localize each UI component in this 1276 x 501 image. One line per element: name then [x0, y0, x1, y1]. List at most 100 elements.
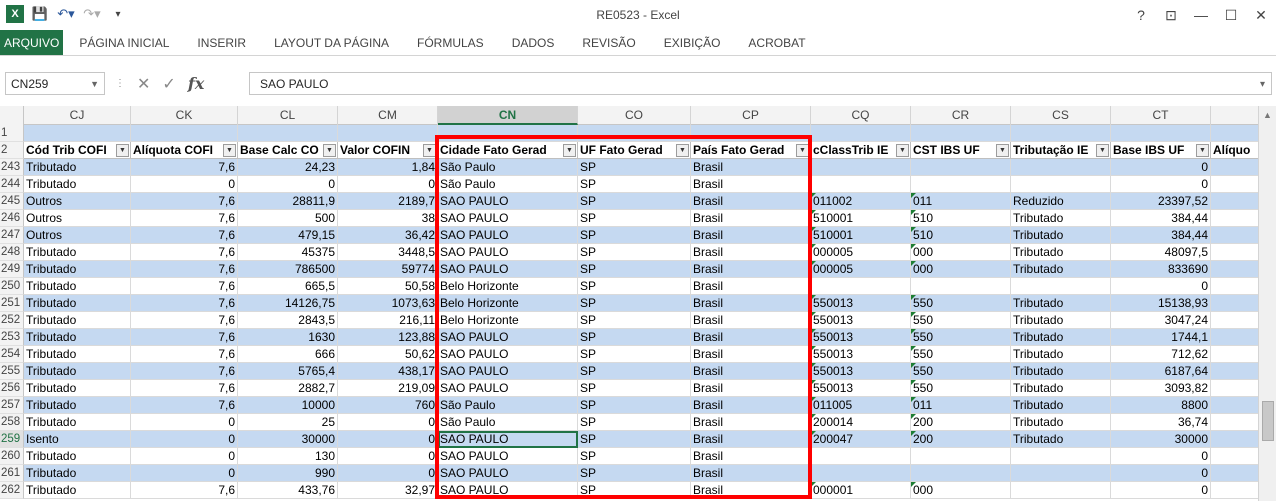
cell[interactable]: 011005 [811, 397, 911, 414]
cell[interactable]: SAO PAULO [438, 193, 578, 210]
cell[interactable] [1211, 261, 1258, 278]
cell[interactable] [811, 125, 911, 142]
cell[interactable]: SP [578, 176, 691, 193]
cell[interactable]: 712,62 [1111, 346, 1211, 363]
cell[interactable]: SP [578, 380, 691, 397]
cell[interactable]: SAO PAULO [438, 329, 578, 346]
cell[interactable]: Brasil [691, 414, 811, 431]
filter-dropdown-icon[interactable]: ▼ [1096, 144, 1109, 157]
cell[interactable]: Tributado [24, 295, 131, 312]
cell[interactable] [1211, 397, 1258, 414]
row-header[interactable]: 254 [0, 346, 24, 363]
cell[interactable] [438, 125, 578, 142]
cell[interactable]: 1073,63 [338, 295, 438, 312]
cell[interactable]: SP [578, 448, 691, 465]
cell[interactable]: 7,6 [131, 227, 238, 244]
cell[interactable]: 0 [338, 176, 438, 193]
cell[interactable]: 28811,9 [238, 193, 338, 210]
cell[interactable]: 550013 [811, 295, 911, 312]
cell[interactable]: SAO PAULO [438, 465, 578, 482]
row-header[interactable]: 259 [0, 431, 24, 448]
cell[interactable]: Brasil [691, 227, 811, 244]
cell[interactable] [1211, 431, 1258, 448]
cell[interactable]: 666 [238, 346, 338, 363]
cell[interactable]: SP [578, 363, 691, 380]
cell[interactable]: 786500 [238, 261, 338, 278]
cell[interactable]: Belo Horizonte [438, 278, 578, 295]
cell[interactable]: 000 [911, 482, 1011, 499]
cell[interactable]: 24,23 [238, 159, 338, 176]
header-cell[interactable]: Base Calc CO ▼ [238, 142, 338, 159]
scroll-thumb[interactable] [1262, 401, 1274, 441]
cell[interactable]: 7,6 [131, 397, 238, 414]
row-header[interactable]: 245 [0, 193, 24, 210]
enter-icon[interactable]: ✓ [162, 74, 175, 94]
cell[interactable]: 0 [1111, 176, 1211, 193]
cancel-icon[interactable]: ✕ [137, 74, 150, 94]
cell[interactable]: 0 [131, 431, 238, 448]
filter-dropdown-icon[interactable]: ▼ [116, 144, 129, 157]
cell[interactable]: SP [578, 414, 691, 431]
cell[interactable]: Brasil [691, 295, 811, 312]
cell[interactable] [811, 159, 911, 176]
cell[interactable]: Tributado [1011, 329, 1111, 346]
cell[interactable] [1211, 176, 1258, 193]
cell[interactable]: 550 [911, 312, 1011, 329]
cell[interactable]: São Paulo [438, 159, 578, 176]
cell[interactable]: 0 [1111, 482, 1211, 499]
column-header-cn[interactable]: CN [438, 106, 578, 125]
cell[interactable]: 123,88 [338, 329, 438, 346]
cell[interactable]: Tributado [24, 329, 131, 346]
cell[interactable]: Brasil [691, 193, 811, 210]
cell[interactable]: SAO PAULO [438, 431, 578, 448]
cell[interactable]: SAO PAULO [438, 346, 578, 363]
tab-layout-da-página[interactable]: LAYOUT DA PÁGINA [260, 30, 403, 55]
cell[interactable]: SAO PAULO [438, 482, 578, 499]
cell[interactable]: 50,58 [338, 278, 438, 295]
cell[interactable] [911, 176, 1011, 193]
cell[interactable]: Tributado [1011, 346, 1111, 363]
cell[interactable]: 7,6 [131, 244, 238, 261]
cell[interactable]: Tributado [1011, 244, 1111, 261]
cell[interactable]: 30000 [238, 431, 338, 448]
cell[interactable]: 0 [1111, 448, 1211, 465]
cell[interactable]: Brasil [691, 261, 811, 278]
cell[interactable]: 48097,5 [1111, 244, 1211, 261]
cell[interactable] [1211, 159, 1258, 176]
cell[interactable]: 550 [911, 346, 1011, 363]
cell[interactable]: SP [578, 261, 691, 278]
cell[interactable]: 550 [911, 329, 1011, 346]
cell[interactable] [1211, 193, 1258, 210]
tab-inserir[interactable]: INSERIR [183, 30, 260, 55]
cell[interactable]: 833690 [1111, 261, 1211, 278]
cell[interactable]: 200 [911, 431, 1011, 448]
cell[interactable]: 1630 [238, 329, 338, 346]
cell[interactable]: Tributado [24, 397, 131, 414]
row-header[interactable]: 2 [0, 142, 24, 159]
tab-página-inicial[interactable]: PÁGINA INICIAL [65, 30, 183, 55]
cell[interactable]: 000005 [811, 261, 911, 278]
cell[interactable]: 433,76 [238, 482, 338, 499]
row-header[interactable]: 247 [0, 227, 24, 244]
cell[interactable]: Brasil [691, 397, 811, 414]
header-cell[interactable]: Tributação IE ▼ [1011, 142, 1111, 159]
cell[interactable]: 15138,93 [1111, 295, 1211, 312]
cell[interactable]: Belo Horizonte [438, 295, 578, 312]
row-header[interactable]: 253 [0, 329, 24, 346]
cell[interactable]: Tributado [24, 414, 131, 431]
cell[interactable] [1111, 125, 1211, 142]
cell[interactable]: Reduzido [1011, 193, 1111, 210]
cell[interactable]: 2189,7 [338, 193, 438, 210]
cell[interactable] [1211, 125, 1258, 142]
cell[interactable]: SAO PAULO [438, 261, 578, 278]
row-header[interactable]: 246 [0, 210, 24, 227]
row-header[interactable]: 249 [0, 261, 24, 278]
cell[interactable]: SP [578, 295, 691, 312]
cell[interactable]: Tributado [24, 176, 131, 193]
cell[interactable] [911, 448, 1011, 465]
filter-dropdown-icon[interactable]: ▼ [896, 144, 909, 157]
header-cell[interactable]: UF Fato Gerad ▼ [578, 142, 691, 159]
cell[interactable]: 7,6 [131, 380, 238, 397]
cell[interactable]: 7,6 [131, 210, 238, 227]
cell[interactable]: Brasil [691, 329, 811, 346]
